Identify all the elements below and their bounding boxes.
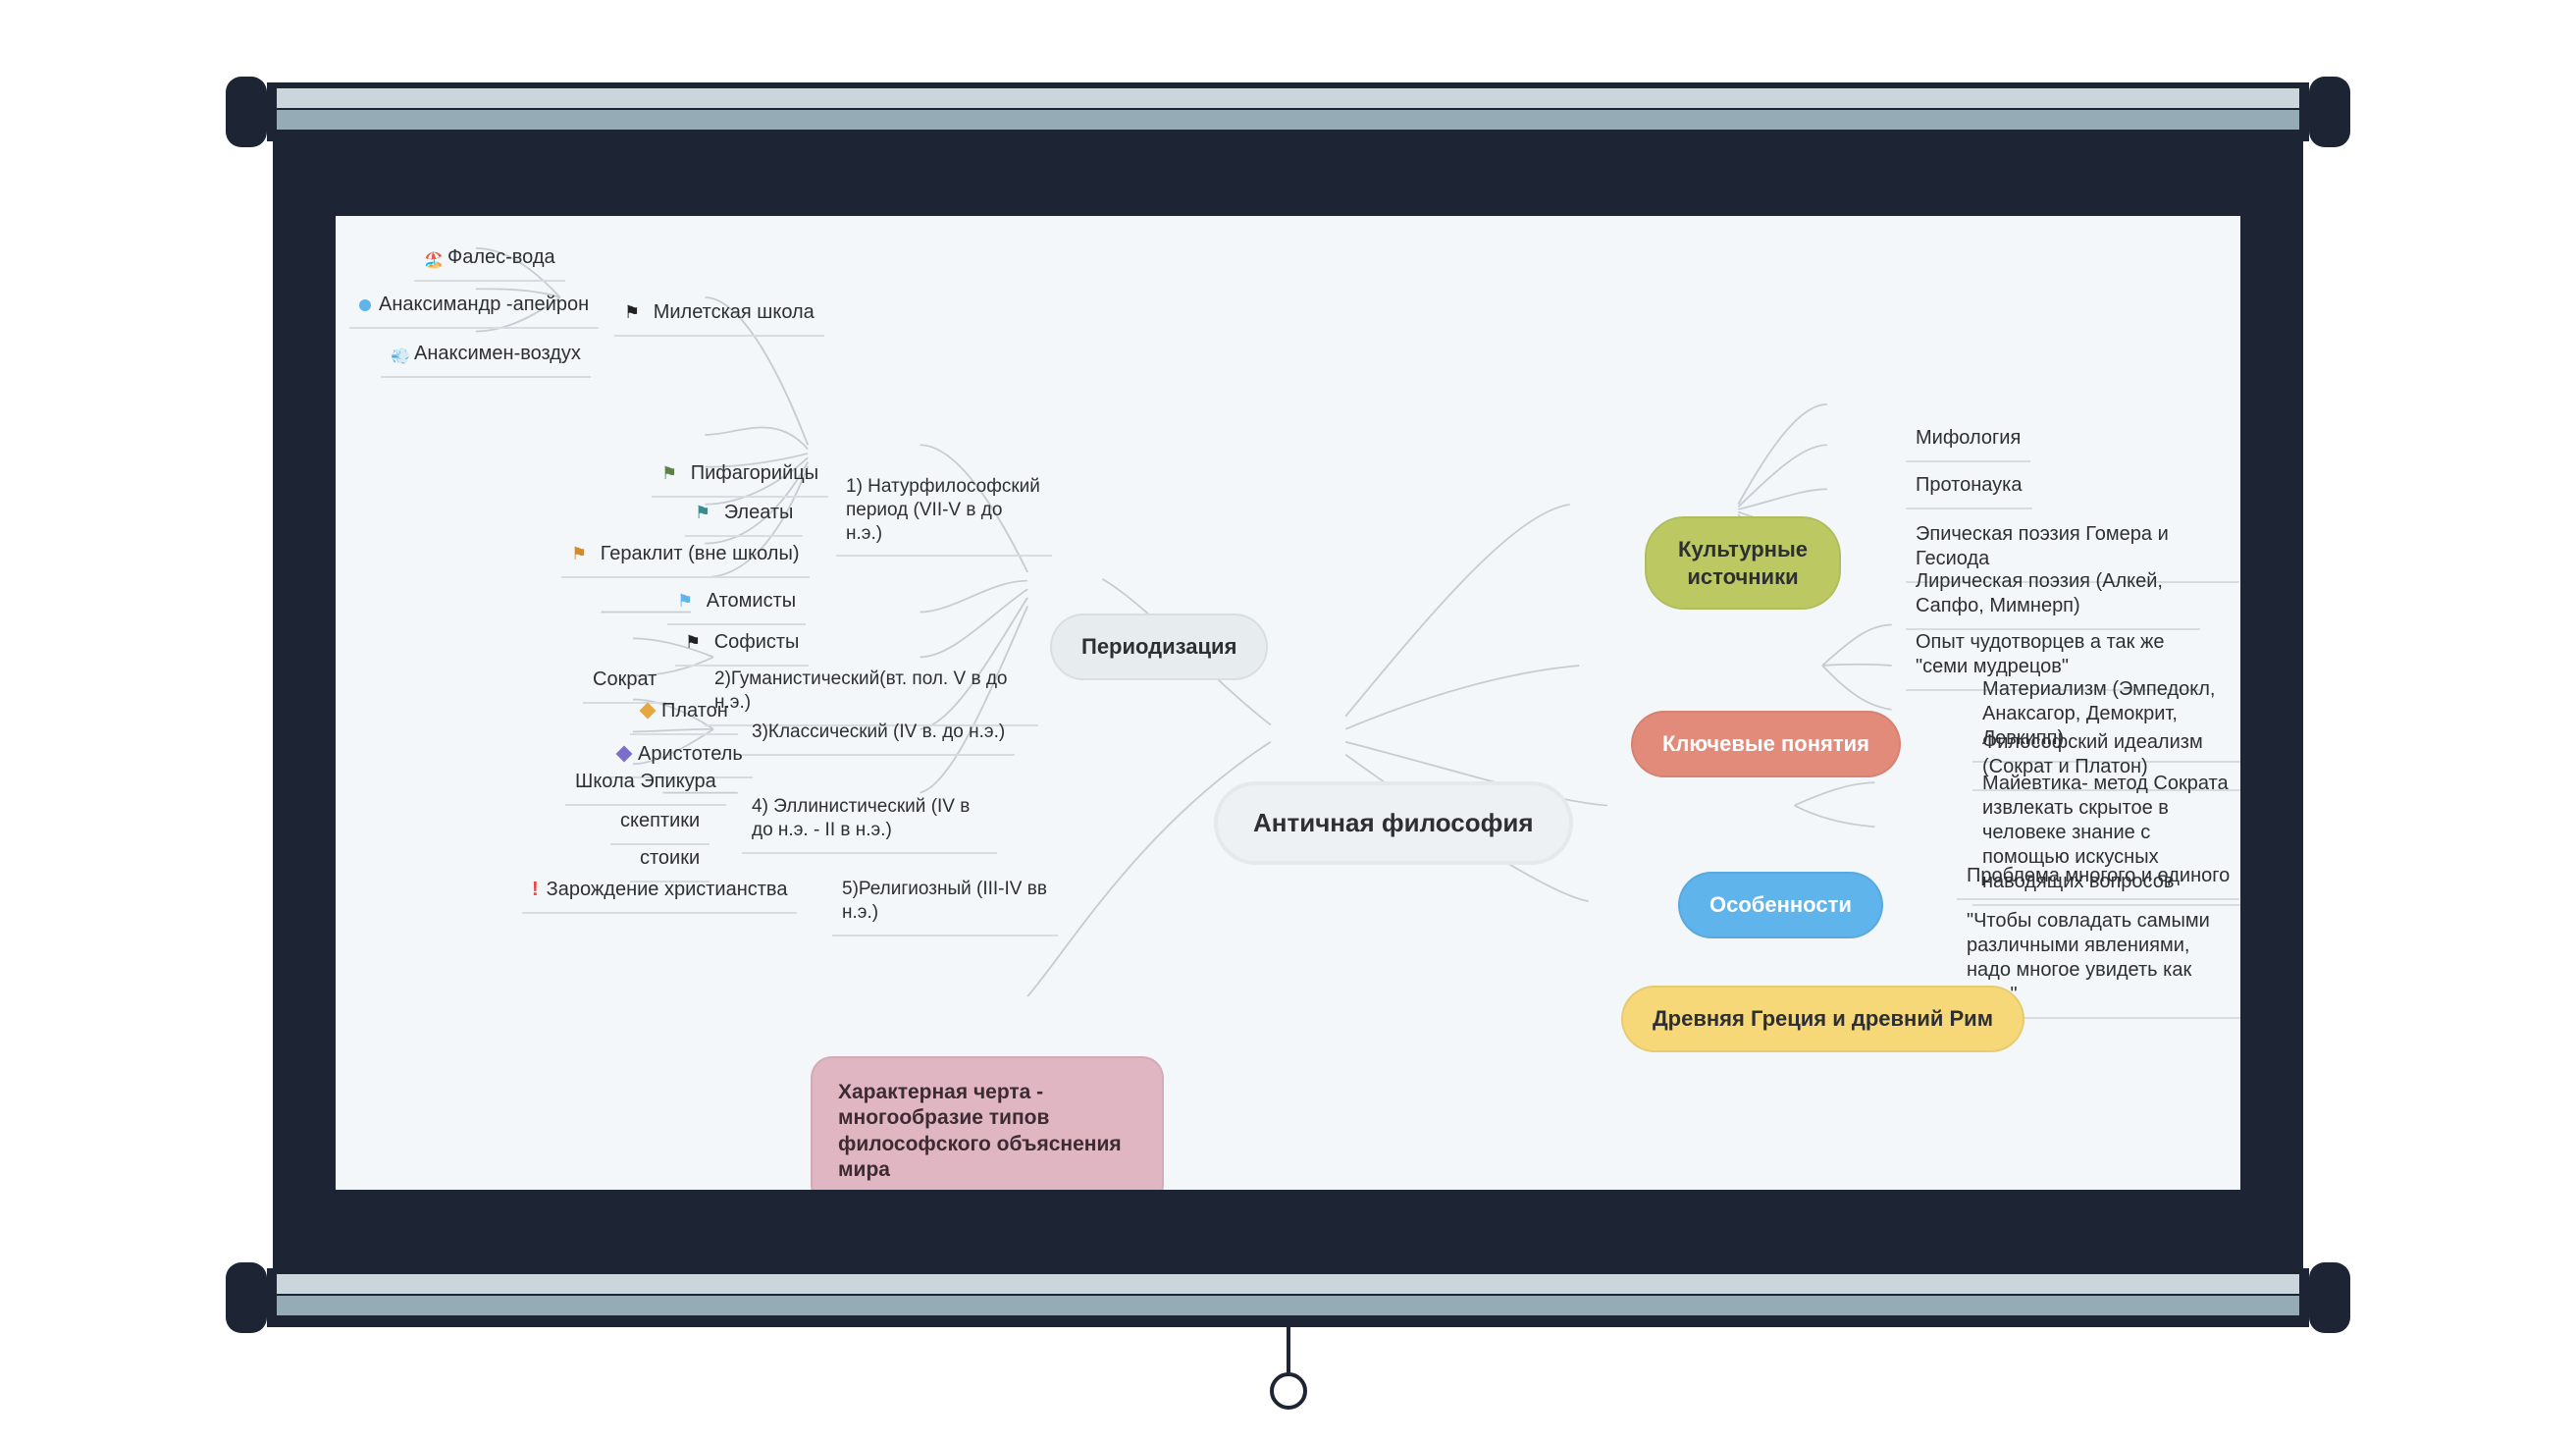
leaf-anaximander[interactable]: Анаксимандр -апейрон <box>349 287 599 329</box>
frame-cap <box>2309 1262 2350 1333</box>
frame-bar-bottom <box>267 1268 2309 1327</box>
branch-sources[interactable]: Культурные источники <box>1645 516 1841 610</box>
branch-label: Периодизация <box>1081 634 1236 659</box>
branch-features[interactable]: Особенности <box>1678 872 1883 938</box>
leaf-miletskaya[interactable]: Милетская школа <box>614 294 824 337</box>
period-1[interactable]: 1) Натурфилософский период (VII-V в до н… <box>836 469 1052 557</box>
air-icon: 💨 <box>391 349 406 365</box>
projector-screen: Античная философия Периодизация 1) Натур… <box>226 77 2350 1333</box>
pull-cord[interactable] <box>1270 1325 1307 1410</box>
leaf-sceptics[interactable]: скептики <box>610 803 710 845</box>
leaf-pythag[interactable]: Пифагорийцы <box>652 455 828 498</box>
branch-periodization[interactable]: Периодизация <box>1050 614 1268 680</box>
leaf-eleats[interactable]: Элеаты <box>685 495 803 537</box>
yellow-diamond-icon <box>640 703 657 720</box>
leaf-thales[interactable]: 🏖️Фалес-вода <box>414 240 565 282</box>
mindmap-root[interactable]: Античная философия <box>1214 781 1573 865</box>
frame-bar-top <box>267 82 2309 141</box>
period-4[interactable]: 4) Эллинистический (IV в до н.э. - II в … <box>742 789 997 854</box>
branch-feature[interactable]: Характерная черта - многообразие типов ф… <box>811 1056 1164 1190</box>
frame-cap <box>2309 77 2350 147</box>
blue-dot-icon <box>359 299 371 311</box>
exclaim-icon: ! <box>532 878 539 902</box>
leaf-christianity[interactable]: !Зарождение христианства <box>522 872 797 914</box>
feature-label: Характерная черта - многообразие типов ф… <box>838 1081 1122 1181</box>
leaf-source-2[interactable]: Протонаука <box>1906 467 2032 509</box>
leaf-epicurus[interactable]: Школа Эпикура <box>565 764 726 806</box>
branch-concepts[interactable]: Ключевые понятия <box>1631 711 1901 777</box>
leaf-anaximen[interactable]: 💨Анаксимен-воздух <box>381 336 591 378</box>
branch-origin[interactable]: Древняя Греция и древний Рим <box>1621 986 2024 1052</box>
frame-cap <box>226 1262 267 1333</box>
leaf-atomists[interactable]: Атомисты <box>667 583 806 625</box>
pull-string <box>1287 1325 1290 1374</box>
leaf-source-4[interactable]: Лирическая поэзия (Алкей, Сапфо, Мимнерп… <box>1906 563 2200 630</box>
origin-label: Древняя Греция и древний Рим <box>1653 1006 1993 1031</box>
period-3[interactable]: 3)Классический (IV в. до н.э.) <box>742 715 1015 756</box>
leaf-plato[interactable]: Платон <box>630 693 738 735</box>
leaf-source-1[interactable]: Мифология <box>1906 420 2030 462</box>
pull-ring <box>1270 1372 1307 1410</box>
leaf-feature-1[interactable]: Проблема многого и единого <box>1957 858 2239 900</box>
root-label: Античная философия <box>1253 808 1534 837</box>
leaf-sophists[interactable]: Софисты <box>675 624 809 667</box>
mindmap-canvas[interactable]: Античная философия Периодизация 1) Натур… <box>336 216 2240 1190</box>
purple-diamond-icon <box>616 746 633 763</box>
leaf-heraclitus[interactable]: Гераклит (вне школы) <box>561 536 810 578</box>
period-5[interactable]: 5)Религиозный (III-IV вв н.э.) <box>832 872 1058 936</box>
features-label: Особенности <box>1709 892 1852 917</box>
stage: Античная философия Периодизация 1) Натур… <box>273 141 2303 1268</box>
water-icon: 🏖️ <box>424 253 440 269</box>
frame-cap <box>226 77 267 147</box>
concepts-label: Ключевые понятия <box>1662 731 1869 756</box>
sources-label: Культурные источники <box>1678 537 1808 589</box>
